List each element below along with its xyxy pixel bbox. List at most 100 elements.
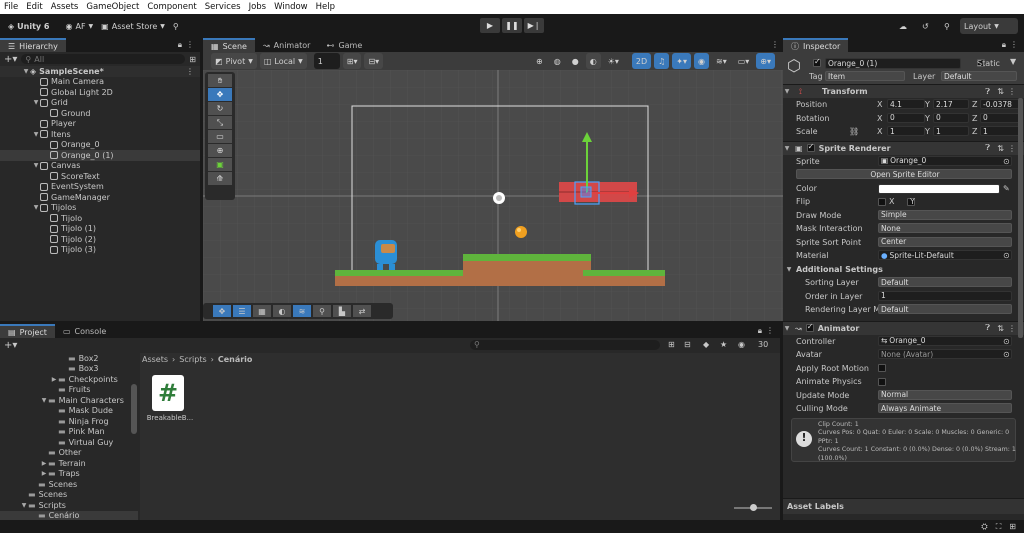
apply-root-motion-checkbox[interactable] xyxy=(878,364,886,373)
draw-mode-dropdown[interactable]: Simple xyxy=(878,209,1012,220)
bone-tool-button[interactable]: ⟰ xyxy=(208,172,232,185)
project-search-input[interactable]: ⚲ xyxy=(470,340,660,350)
inspector-scrollbar[interactable] xyxy=(1018,98,1023,338)
hierarchy-item[interactable]: Global Light 2D xyxy=(0,87,200,98)
hierarchy-item[interactable]: Orange_0 xyxy=(0,140,200,151)
move-gizmo-center[interactable] xyxy=(580,186,592,198)
scale-y-field[interactable]: 1 xyxy=(933,126,969,136)
hierarchy-item[interactable]: GameManager xyxy=(0,192,200,203)
chevron-down-icon[interactable]: ▼ xyxy=(1010,57,1016,66)
cache-icon[interactable]: ⊞ xyxy=(1009,522,1016,531)
active-checkbox[interactable] xyxy=(813,57,821,67)
position-z-field[interactable]: -0.0378 xyxy=(980,99,1020,109)
hierarchy-item[interactable]: ▼ Tijolos xyxy=(0,203,200,214)
preset-icon[interactable]: ⇅ xyxy=(997,144,1004,153)
lock-icon[interactable]: 🔒︎ xyxy=(178,40,182,50)
overlay-shuffle-button[interactable]: ⇄ xyxy=(353,305,371,317)
hierarchy-item[interactable]: ▼ Canvas xyxy=(0,161,200,172)
transform-tool-button[interactable]: ⊕ xyxy=(208,144,232,157)
overlay-search-button[interactable]: ⚲ xyxy=(313,305,331,317)
help-icon[interactable]: ❓︎ xyxy=(985,87,990,97)
hierarchy-item[interactable]: ▼ Grid xyxy=(0,98,200,109)
menu-item-help[interactable]: Help xyxy=(312,2,339,12)
asset-store-button[interactable]: ▣ Asset Store ▼ xyxy=(97,18,169,34)
filter-icon[interactable]: ⊞ xyxy=(189,55,196,64)
menu-item-window[interactable]: Window xyxy=(270,2,312,12)
lighting-button[interactable]: ☀▾ xyxy=(604,53,623,69)
unity-menu-button[interactable]: ◈ Unity 6 xyxy=(4,18,53,34)
hierarchy-item[interactable]: Tijolo (3) xyxy=(0,245,200,256)
more-icon[interactable]: ⋮ xyxy=(186,67,194,76)
search-button[interactable]: ⚲ xyxy=(940,18,954,34)
sprite-renderer-enabled-checkbox[interactable] xyxy=(806,142,815,152)
folder-tree-item[interactable]: ▬ Mask Dude xyxy=(0,406,138,417)
link-icon[interactable]: ⛓ xyxy=(849,127,859,136)
more-icon[interactable]: ⋮ xyxy=(186,40,194,49)
add-icon[interactable]: +▾ xyxy=(4,340,17,351)
local-dropdown[interactable]: ◫ Local ▼ xyxy=(259,53,307,69)
add-icon[interactable]: +▾ xyxy=(4,54,17,65)
layout-dropdown[interactable]: Layout ▼ xyxy=(960,18,1018,34)
chevron-icon[interactable]: ▼ xyxy=(20,502,28,509)
hierarchy-item[interactable]: Tijolo (1) xyxy=(0,224,200,235)
icon-size-slider-thumb[interactable] xyxy=(750,504,757,511)
rendering-layer-dropdown[interactable]: Default xyxy=(878,304,1012,314)
star-icon[interactable]: ★ xyxy=(720,340,727,349)
sprite-field[interactable]: ▣ Orange_0 xyxy=(878,155,1012,166)
breadcrumb-scripts[interactable]: Scripts xyxy=(179,355,206,364)
tab-console[interactable]: ▭ Console xyxy=(55,324,114,338)
hand-tool-button[interactable]: ✋︎ xyxy=(208,74,232,87)
folder-tree-item[interactable]: ▬ Box2 xyxy=(0,353,138,364)
visibility-toggle[interactable]: ◉ xyxy=(694,53,709,69)
bug-icon[interactable]: ⛭ xyxy=(981,522,987,532)
folder-tree-item[interactable]: ▬ Box3 xyxy=(0,364,138,375)
audio-toggle[interactable]: ♫ xyxy=(654,53,670,69)
shading-solid-button[interactable]: ● xyxy=(568,53,583,69)
hierarchy-item[interactable]: ScoreText xyxy=(0,171,200,182)
tab-inspector[interactable]: ⓘ Inspector xyxy=(783,38,849,52)
folder-tree-item[interactable]: ▬ Scenes xyxy=(0,490,138,501)
more-icon[interactable]: ⋮ xyxy=(771,40,779,49)
camera-button[interactable]: ▭▾ xyxy=(734,53,754,69)
snap-increment-button[interactable]: ⊟▾ xyxy=(364,53,384,69)
menu-item-gameobject[interactable]: GameObject xyxy=(82,2,143,12)
visibility-icon[interactable]: ◉ xyxy=(738,340,745,349)
chevron-down-icon[interactable]: ▼ xyxy=(22,68,30,75)
folder-tree-item[interactable]: ▬ Virtual Guy xyxy=(0,437,138,448)
help-icon[interactable]: ❓︎ xyxy=(985,143,990,153)
tab-project[interactable]: ▤ Project xyxy=(0,324,55,338)
pause-button[interactable]: ❚❚ xyxy=(502,18,522,33)
ground-left[interactable] xyxy=(335,270,472,286)
layers-button[interactable]: ≋▾ xyxy=(712,53,731,69)
chevron-icon[interactable]: ▼ xyxy=(40,397,48,404)
play-button[interactable]: ▶ xyxy=(480,18,500,33)
flip-x-checkbox[interactable] xyxy=(878,197,886,206)
mask-interaction-dropdown[interactable]: None xyxy=(878,223,1012,233)
scene-viewport[interactable]: ✋︎ ✥ ↻ ⤡ ▭ ⊕ ▣ ⟰ ✥ ☰ ▦ ◐ ≋ ⚲ ▙ ⇄ xyxy=(203,70,783,321)
menu-item-services[interactable]: Services xyxy=(201,2,245,12)
menu-item-assets[interactable]: Assets xyxy=(47,2,83,12)
hierarchy-search-input[interactable]: ⚲ All xyxy=(21,54,186,64)
tag-icon[interactable]: ◆ xyxy=(703,340,709,349)
chevron-down-icon[interactable]: ▼ xyxy=(32,99,40,106)
chevron-icon[interactable]: ▶ xyxy=(40,470,48,477)
more-icon[interactable]: ⋮ xyxy=(1008,144,1016,153)
network-icon[interactable]: ⛶ xyxy=(996,522,1002,532)
orange-sprite[interactable] xyxy=(515,226,527,238)
hierarchy-item[interactable]: EventSystem xyxy=(0,182,200,193)
pivot-dropdown[interactable]: ◩ Pivot ▼ xyxy=(211,53,257,69)
update-mode-dropdown[interactable]: Normal xyxy=(878,389,1012,400)
folder-tree-item[interactable]: ▶ ▬ Terrain xyxy=(0,458,138,469)
scale-tool-button[interactable]: ⤡ xyxy=(208,116,232,129)
transform-header[interactable]: ▼ ⟟ Transform ❓︎ ⇅ ⋮ xyxy=(783,84,1024,98)
folder-tree-item[interactable]: ▬ Cenário xyxy=(0,510,138,520)
overlay-stamp-button[interactable]: ▙ xyxy=(333,305,351,317)
position-x-field[interactable]: 4.1 xyxy=(887,99,925,109)
history-button[interactable]: ↺ xyxy=(918,18,933,34)
additional-settings-row[interactable]: ▼ Additional Settings xyxy=(783,263,1024,277)
chevron-icon[interactable]: ▶ xyxy=(40,460,48,467)
folder-tree-item[interactable]: ▬ Pink Man xyxy=(0,427,138,438)
animator-header[interactable]: ▼ ↝ Animator ❓︎⇅⋮ xyxy=(783,320,1024,335)
overlay-layers-button[interactable]: ≋ xyxy=(293,305,311,317)
gizmos-button[interactable]: ⊕▾ xyxy=(756,53,775,69)
